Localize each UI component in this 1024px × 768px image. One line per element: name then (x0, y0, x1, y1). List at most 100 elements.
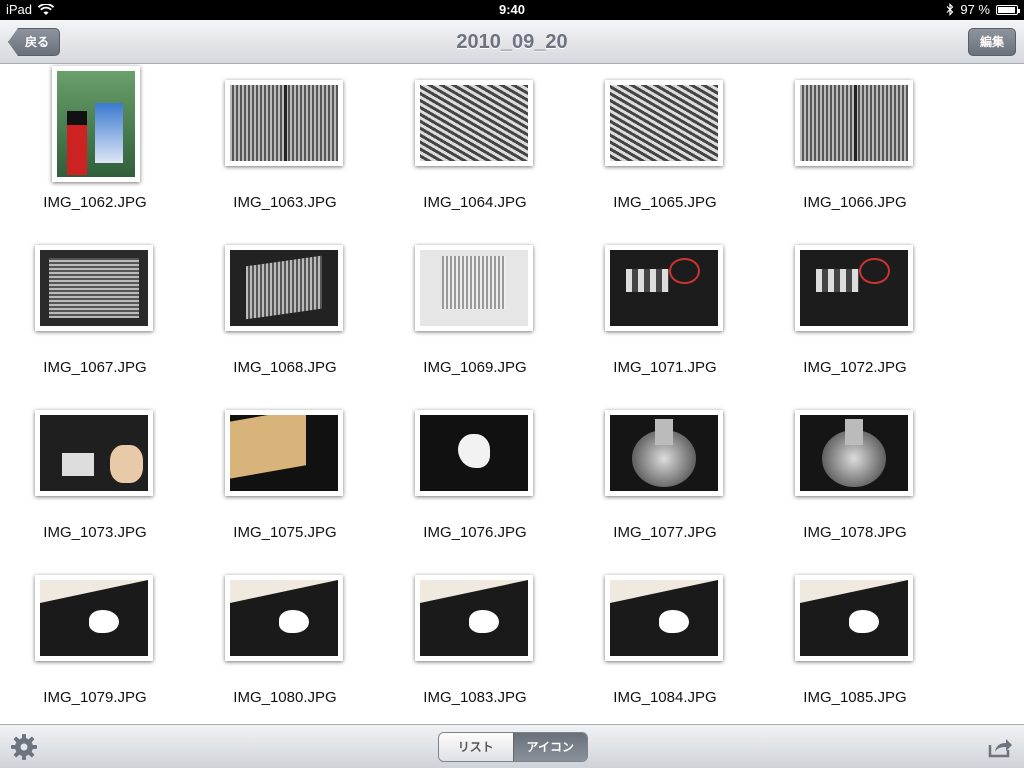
photo-thumbnail[interactable] (415, 245, 533, 331)
photo-thumbnail[interactable] (605, 410, 723, 496)
status-left: iPad (6, 2, 55, 17)
photo-filename: IMG_1072.JPG (803, 359, 907, 376)
photo-thumbnail[interactable] (795, 410, 913, 496)
status-bar: iPad 9:40 97 % (0, 0, 1024, 20)
photo-thumbnail[interactable] (225, 410, 343, 496)
photo-image (420, 415, 528, 491)
photo-image (40, 415, 148, 491)
status-right: 97 % (946, 2, 1020, 17)
page-title: 2010_09_20 (456, 31, 568, 53)
photo-filename: IMG_1064.JPG (423, 194, 527, 211)
photo-thumbnail[interactable] (415, 575, 533, 661)
photo-filename: IMG_1077.JPG (613, 524, 717, 541)
photo-thumbnail[interactable] (795, 245, 913, 331)
photo-grid[interactable]: IMG_1062.JPG IMG_1063.JPG IMG_1064.JPG IMG_… (0, 64, 1024, 724)
photo-item[interactable]: IMG_1075.JPG (190, 394, 380, 559)
photo-filename: IMG_1067.JPG (43, 359, 147, 376)
photo-thumbnail[interactable] (52, 66, 140, 182)
photo-filename: IMG_1075.JPG (233, 524, 337, 541)
photo-thumbnail[interactable] (35, 410, 153, 496)
photo-thumbnail[interactable] (605, 245, 723, 331)
photo-image (800, 85, 908, 161)
photo-item[interactable]: IMG_1080.JPG (190, 559, 380, 724)
photo-item[interactable]: IMG_1067.JPG (0, 229, 190, 394)
photo-filename: IMG_1066.JPG (803, 194, 907, 211)
photo-image (420, 85, 528, 161)
photo-filename: IMG_1083.JPG (423, 689, 527, 706)
photo-image (800, 580, 908, 656)
photo-image (40, 580, 148, 656)
navigation-bar: 戻る 2010_09_20 編集 (0, 20, 1024, 64)
photo-filename: IMG_1063.JPG (233, 194, 337, 211)
segment-list[interactable]: リスト (439, 733, 513, 761)
photo-item[interactable]: IMG_1069.JPG (380, 229, 570, 394)
photo-item[interactable]: IMG_1065.JPG (570, 64, 760, 229)
photo-filename: IMG_1080.JPG (233, 689, 337, 706)
photo-thumbnail[interactable] (795, 575, 913, 661)
device-name: iPad (6, 2, 33, 17)
photo-filename: IMG_1076.JPG (423, 524, 527, 541)
photo-item[interactable]: IMG_1072.JPG (760, 229, 950, 394)
photo-filename: IMG_1085.JPG (803, 689, 907, 706)
photo-image (610, 415, 718, 491)
photo-image (610, 250, 718, 326)
photo-thumbnail[interactable] (415, 410, 533, 496)
photo-thumbnail[interactable] (225, 80, 343, 166)
photo-item[interactable]: IMG_1084.JPG (570, 559, 760, 724)
photo-thumbnail[interactable] (225, 245, 343, 331)
photo-image (800, 415, 908, 491)
edit-button[interactable]: 編集 (968, 28, 1016, 56)
view-mode-segmented-control[interactable]: リスト アイコン (438, 732, 588, 762)
battery-fill (998, 6, 1016, 13)
photo-item[interactable]: IMG_1071.JPG (570, 229, 760, 394)
photo-filename: IMG_1062.JPG (43, 194, 147, 211)
photo-item[interactable]: IMG_1085.JPG (760, 559, 950, 724)
photo-image (610, 85, 718, 161)
photo-thumbnail[interactable] (795, 80, 913, 166)
photo-thumbnail[interactable] (605, 80, 723, 166)
battery-percent: 97 % (960, 2, 990, 17)
photo-image (40, 250, 148, 326)
bluetooth-icon (946, 3, 954, 16)
photo-thumbnail[interactable] (35, 245, 153, 331)
back-button[interactable]: 戻る (8, 28, 61, 56)
photo-image (230, 250, 338, 326)
bottom-toolbar: リスト アイコン (0, 724, 1024, 768)
photo-image (230, 415, 338, 491)
photo-thumbnail[interactable] (225, 575, 343, 661)
wifi-icon (38, 3, 55, 15)
share-icon[interactable] (986, 733, 1014, 761)
photo-image (800, 250, 908, 326)
photo-item[interactable]: IMG_1064.JPG (380, 64, 570, 229)
photo-filename: IMG_1078.JPG (803, 524, 907, 541)
photo-item[interactable]: IMG_1079.JPG (0, 559, 190, 724)
photo-filename: IMG_1068.JPG (233, 359, 337, 376)
status-time: 9:40 (498, 2, 526, 17)
photo-image (230, 85, 338, 161)
photo-item[interactable]: IMG_1068.JPG (190, 229, 380, 394)
battery-icon (996, 4, 1020, 15)
photo-thumbnail[interactable] (605, 575, 723, 661)
photo-item[interactable]: IMG_1063.JPG (190, 64, 380, 229)
photo-filename: IMG_1079.JPG (43, 689, 147, 706)
photo-image (420, 250, 528, 326)
photo-image (420, 580, 528, 656)
photo-filename: IMG_1084.JPG (613, 689, 717, 706)
photo-image (610, 580, 718, 656)
photo-thumbnail[interactable] (35, 575, 153, 661)
photo-item[interactable]: IMG_1073.JPG (0, 394, 190, 559)
photo-item[interactable]: IMG_1066.JPG (760, 64, 950, 229)
photo-image (57, 71, 135, 177)
photo-filename: IMG_1073.JPG (43, 524, 147, 541)
photo-filename: IMG_1065.JPG (613, 194, 717, 211)
gear-icon[interactable] (10, 733, 38, 761)
photo-item[interactable]: IMG_1078.JPG (760, 394, 950, 559)
photo-item[interactable]: IMG_1076.JPG (380, 394, 570, 559)
photo-item[interactable]: IMG_1077.JPG (570, 394, 760, 559)
photo-thumbnail[interactable] (415, 80, 533, 166)
photo-filename: IMG_1071.JPG (613, 359, 717, 376)
photo-item[interactable]: IMG_1083.JPG (380, 559, 570, 724)
photo-item[interactable]: IMG_1062.JPG (0, 64, 190, 229)
segment-icon[interactable]: アイコン (512, 733, 587, 761)
photo-image (230, 580, 338, 656)
